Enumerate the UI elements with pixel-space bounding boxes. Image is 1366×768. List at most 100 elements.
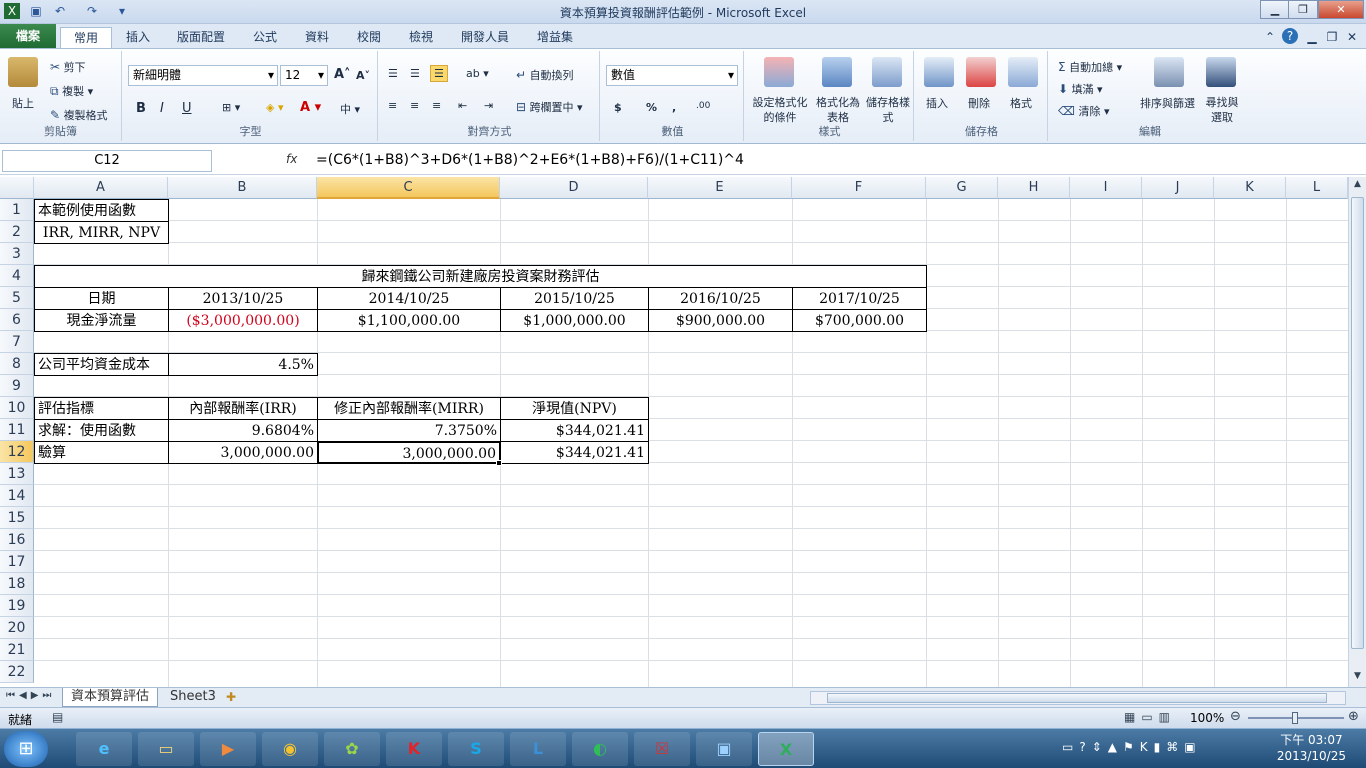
orientation-icon[interactable]: ab ▾ [466, 67, 489, 80]
row-header-4[interactable]: 4 [0, 265, 34, 287]
row-header-13[interactable]: 13 [0, 463, 34, 485]
system-tray-icons[interactable]: ▭?⇕▲⚑K▮⌘▣ [1062, 740, 1202, 754]
cell-a11[interactable]: 求解：使用函數 [34, 419, 169, 442]
taskbar-skype-icon[interactable]: S [448, 732, 504, 766]
paste-button[interactable]: 貼上 [12, 95, 34, 111]
cell-c11[interactable]: 7.3750% [317, 419, 501, 442]
horizontal-scrollbar[interactable] [810, 691, 1346, 705]
cell-d12[interactable]: $344,021.41 [500, 441, 649, 464]
row-header-17[interactable]: 17 [0, 551, 34, 573]
cell-c10[interactable]: 修正內部報酬率(MIRR) [317, 397, 501, 420]
row-header-20[interactable]: 20 [0, 617, 34, 639]
align-middle-icon[interactable]: ☰ [410, 67, 420, 80]
underline-button[interactable]: U [182, 101, 192, 116]
format-painter-button[interactable]: ✎ 複製格式 [50, 107, 108, 123]
clear-button[interactable]: ⌫ 清除 ▾ [1058, 103, 1110, 119]
cell-c6[interactable]: $1,100,000.00 [317, 309, 501, 332]
tab-view[interactable]: 檢視 [400, 27, 442, 48]
format-button[interactable]: 格式 [1010, 95, 1032, 111]
autosum-button[interactable]: Σ 自動加總 ▾ [1058, 59, 1122, 75]
cell-d6[interactable]: $1,000,000.00 [500, 309, 649, 332]
start-button-icon[interactable]: ⊞ [4, 731, 48, 767]
col-header-g[interactable]: G [926, 177, 998, 199]
scroll-up-icon[interactable]: ▲ [1350, 179, 1365, 193]
col-header-c[interactable]: C [317, 177, 500, 199]
cell-f6[interactable]: $700,000.00 [792, 309, 927, 332]
bold-button[interactable]: B [136, 101, 146, 116]
cell-c12-selected[interactable]: 3,000,000.00 [317, 441, 501, 464]
zoom-in-icon[interactable]: ⊕ [1348, 709, 1359, 724]
row-header-22[interactable]: 22 [0, 661, 34, 683]
zoom-level[interactable]: 100% [1190, 711, 1224, 725]
zoom-slider[interactable] [1248, 712, 1344, 724]
tab-file[interactable]: 檔案 [0, 24, 56, 48]
comma-button[interactable]: , [672, 101, 676, 114]
col-header-h[interactable]: H [998, 177, 1070, 199]
new-sheet-icon[interactable]: ✚ [226, 690, 236, 704]
align-left-icon[interactable]: ≡ [388, 99, 397, 112]
row-header-8[interactable]: 8 [0, 353, 34, 375]
copy-button[interactable]: ⧉ 複製 ▾ [50, 83, 93, 99]
format-table-icon[interactable] [822, 57, 852, 87]
worksheet-grid[interactable]: A B C D E F G H I J K L 1 2 3 4 5 6 7 8 … [0, 177, 1348, 687]
currency-button[interactable]: $ [614, 101, 622, 114]
row-header-14[interactable]: 14 [0, 485, 34, 507]
taskbar-picasa-icon[interactable]: ✿ [324, 732, 380, 766]
sheet-tab-sheet3[interactable]: Sheet3 [162, 688, 224, 707]
formula-input[interactable]: =(C6*(1+B8)^3+D6*(1+B8)^2+E6*(1+B8)+F6)/… [316, 152, 744, 168]
italic-button[interactable]: I [160, 101, 164, 116]
increase-decimal-button[interactable]: .00 [696, 101, 710, 111]
cell-b10[interactable]: 內部報酬率(IRR) [168, 397, 318, 420]
minimize-button[interactable]: ▁ [1260, 0, 1290, 19]
tab-home[interactable]: 常用 [60, 27, 112, 48]
row-header-12[interactable]: 12 [0, 441, 34, 463]
cell-b5[interactable]: 2013/10/25 [168, 287, 318, 310]
cell-b6[interactable]: ($3,000,000.00) [168, 309, 318, 332]
taskbar-lync-icon[interactable]: L [510, 732, 566, 766]
taskbar-chrome-icon[interactable]: ◉ [262, 732, 318, 766]
font-color-icon[interactable]: A ▾ [300, 100, 321, 115]
tab-insert[interactable]: 插入 [118, 27, 158, 48]
cell-a1[interactable]: 本範例使用函數 [34, 199, 169, 222]
row-header-15[interactable]: 15 [0, 507, 34, 529]
taskbar-excel-icon[interactable]: X [758, 732, 814, 766]
fill-color-icon[interactable]: ◈ ▾ [266, 101, 283, 114]
cell-a8[interactable]: 公司平均資金成本 [34, 353, 169, 376]
increase-indent-icon[interactable]: ⇥ [484, 99, 493, 112]
select-all-corner[interactable] [0, 177, 34, 199]
cell-a2[interactable]: IRR, MIRR, NPV [34, 221, 169, 244]
taskbar-photo-icon[interactable]: ▣ [696, 732, 752, 766]
name-box[interactable]: C12 [2, 150, 212, 172]
cell-e6[interactable]: $900,000.00 [648, 309, 793, 332]
col-header-l[interactable]: L [1286, 177, 1348, 199]
vertical-scroll-thumb[interactable] [1351, 197, 1364, 649]
percent-button[interactable]: % [646, 101, 657, 114]
align-right-icon[interactable]: ≡ [432, 99, 441, 112]
taskbar-ie-icon[interactable]: e [76, 732, 132, 766]
delete-button[interactable]: 刪除 [968, 95, 990, 111]
delete-cells-icon[interactable] [966, 57, 996, 87]
cell-f5[interactable]: 2017/10/25 [792, 287, 927, 310]
cell-styles-button[interactable]: 儲存格樣式 [866, 95, 910, 125]
cell-d10[interactable]: 淨現值(NPV) [500, 397, 649, 420]
align-top-icon[interactable]: ☰ [388, 67, 398, 80]
row-header-19[interactable]: 19 [0, 595, 34, 617]
row-header-7[interactable]: 7 [0, 331, 34, 353]
tab-data[interactable]: 資料 [296, 27, 338, 48]
col-header-d[interactable]: D [500, 177, 648, 199]
grow-font-icon[interactable]: A˄ [334, 67, 351, 82]
cell-b8[interactable]: 4.5% [168, 353, 318, 376]
help-icon[interactable]: ? [1282, 28, 1298, 44]
phonetic-icon[interactable]: 中 ▾ [340, 101, 360, 117]
tab-formulas[interactable]: 公式 [244, 27, 286, 48]
row-header-16[interactable]: 16 [0, 529, 34, 551]
number-format-select[interactable]: 數值 ▾ [606, 65, 738, 86]
sheet-nav-icon[interactable]: ⏮◀▶⏭ [6, 690, 55, 701]
row-header-10[interactable]: 10 [0, 397, 34, 419]
cell-b12[interactable]: 3,000,000.00 [168, 441, 318, 464]
zoom-out-icon[interactable]: ⊖ [1230, 709, 1241, 724]
horizontal-scroll-thumb[interactable] [827, 693, 1327, 703]
tab-developer[interactable]: 開發人員 [452, 27, 518, 48]
paste-icon[interactable] [8, 57, 38, 87]
cut-button[interactable]: ✂ 剪下 [50, 59, 86, 75]
